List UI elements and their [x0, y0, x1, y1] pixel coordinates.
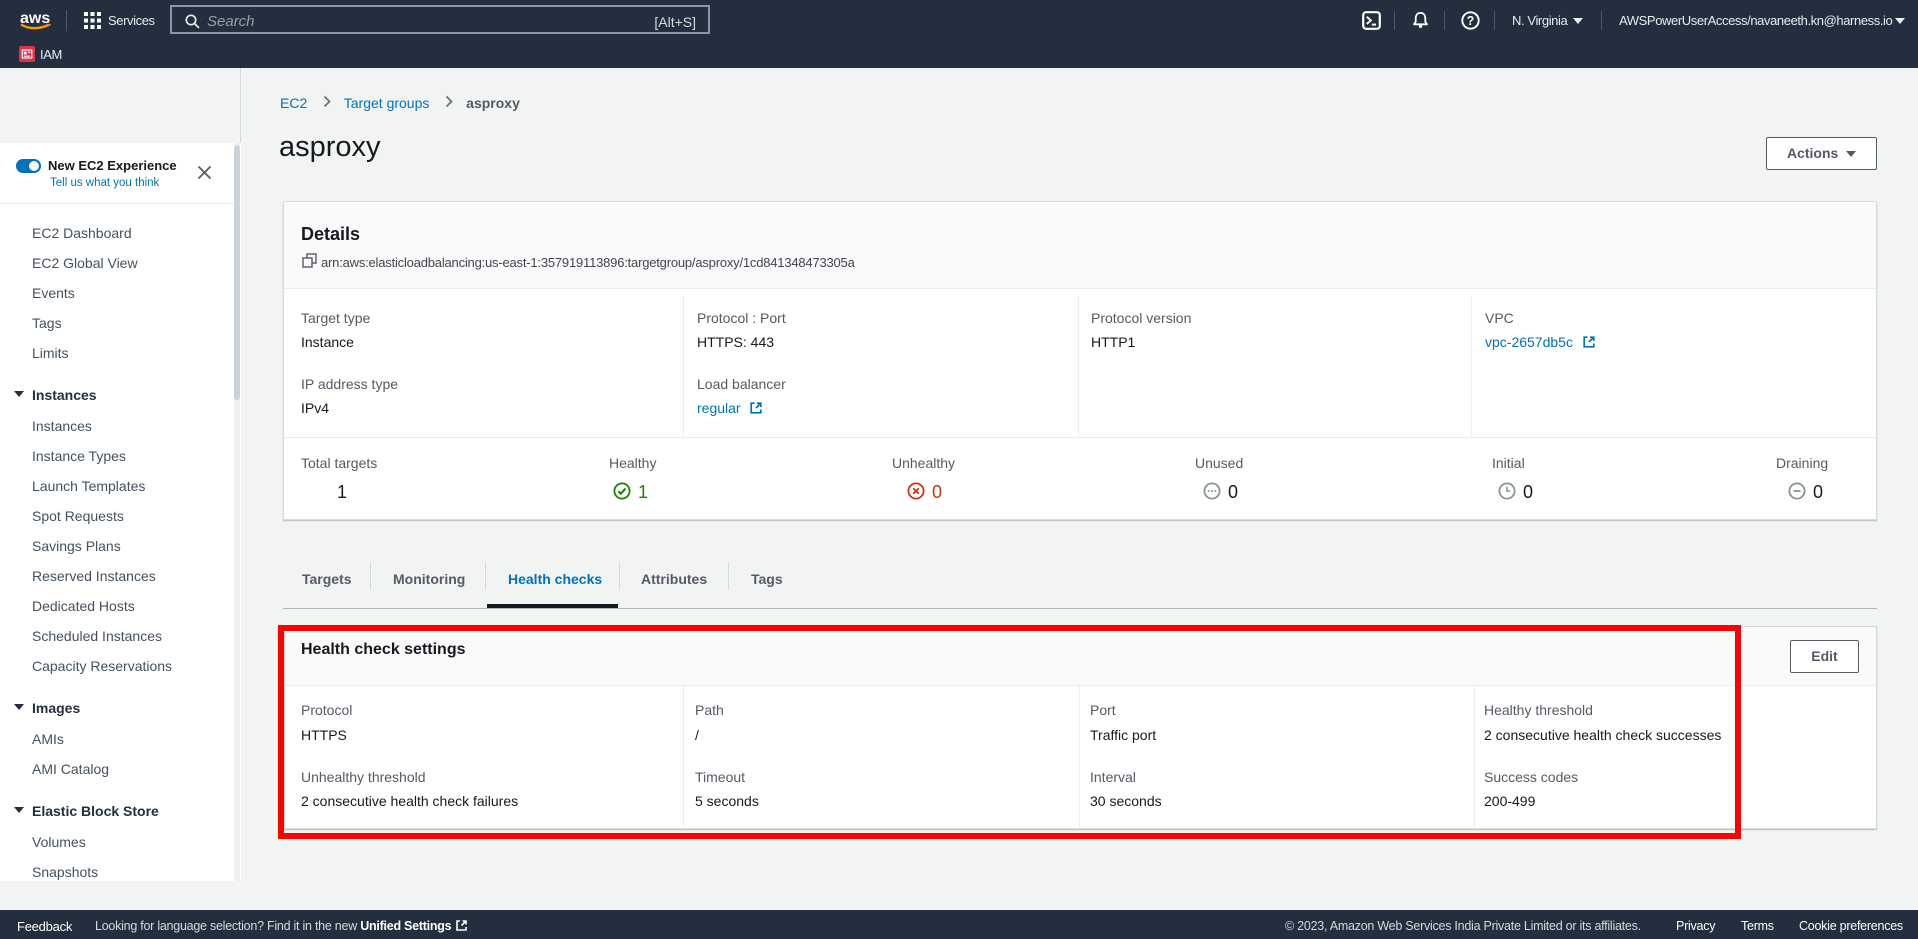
svg-text:?: ? — [1467, 14, 1475, 28]
svg-text:aws: aws — [20, 10, 50, 27]
